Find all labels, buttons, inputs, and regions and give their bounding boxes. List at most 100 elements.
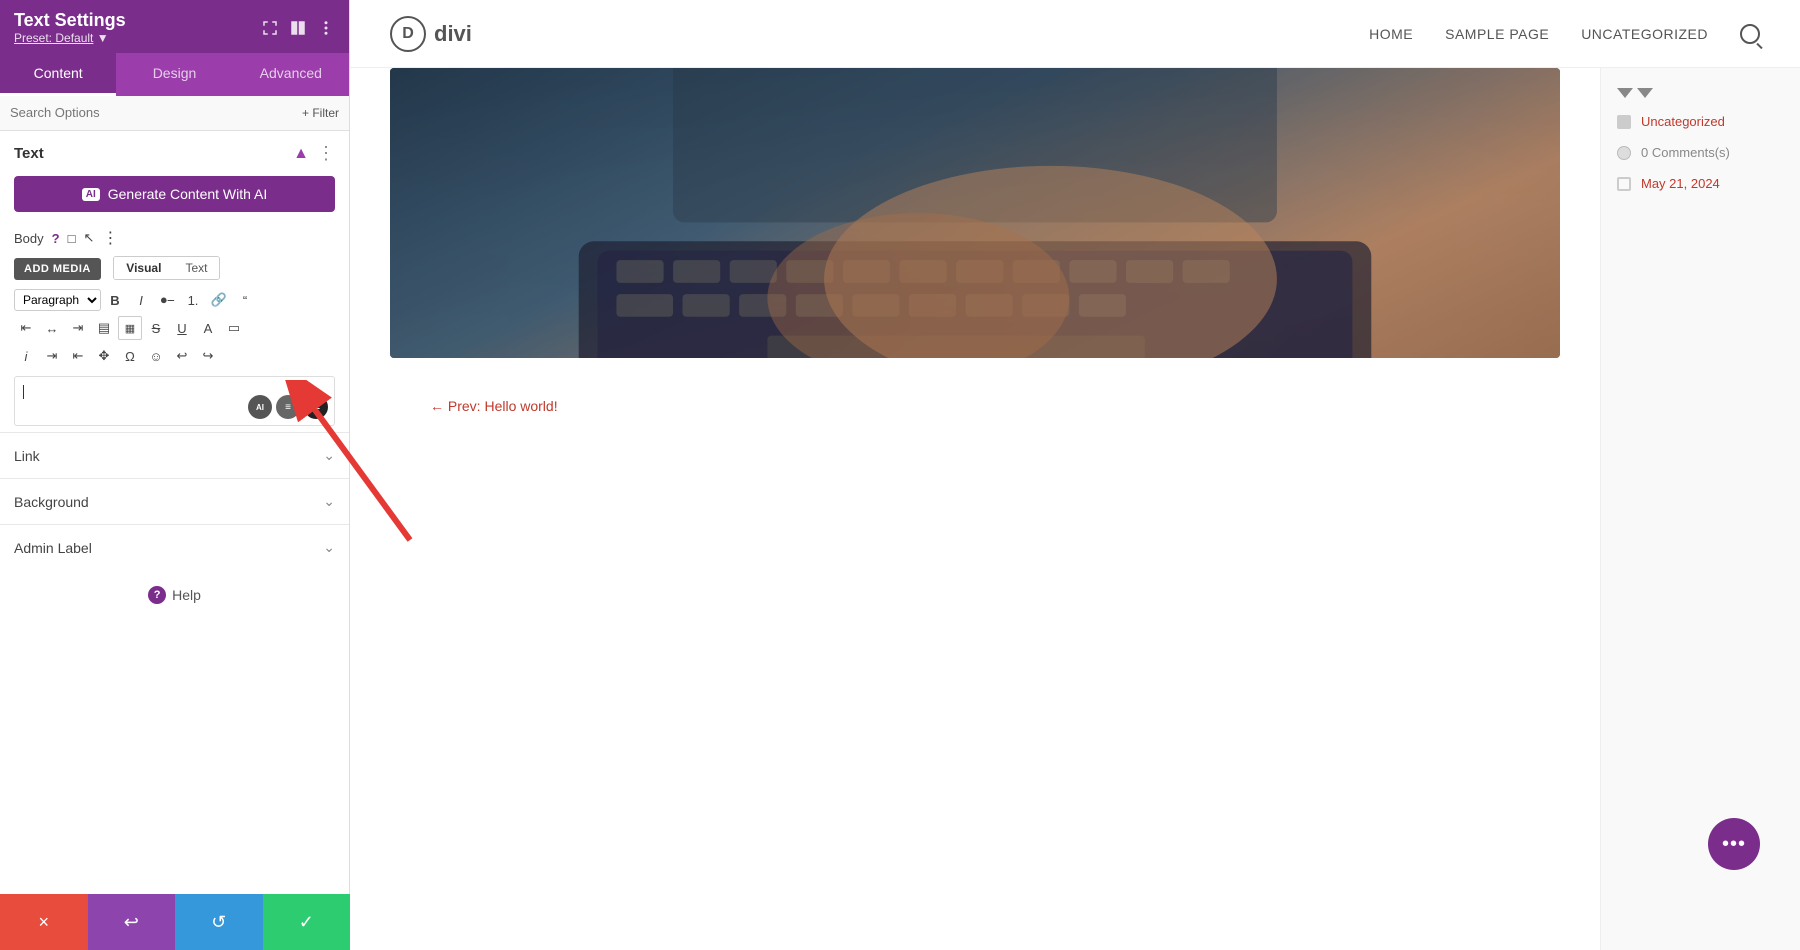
- help-label: Help: [172, 587, 201, 603]
- cancel-button[interactable]: ×: [0, 894, 88, 950]
- ordered-list-button[interactable]: 1.: [181, 288, 205, 312]
- text-section-header: Text ▲ ⋮: [0, 131, 349, 172]
- nav-home[interactable]: HOME: [1369, 26, 1413, 42]
- text-section-collapse[interactable]: ▲: [293, 145, 309, 163]
- ai-generate-button[interactable]: AI Generate Content With AI: [14, 176, 335, 212]
- text-section-title: Text: [14, 145, 44, 162]
- help-row[interactable]: ? Help: [0, 570, 349, 620]
- link-section-label: Link: [14, 448, 40, 464]
- unordered-list-button[interactable]: ●⎯: [155, 288, 179, 312]
- align-left-button[interactable]: ⇤: [14, 316, 38, 340]
- cursor-icon[interactable]: ↖: [83, 230, 94, 246]
- date-dot-icon: [1617, 177, 1631, 191]
- body-more-icon[interactable]: ⋮: [102, 228, 118, 248]
- toolbar-row-3: i ⇥ ⇤ ✥ Ω ☺ ↩ ↪: [0, 342, 349, 370]
- content-area: ← Prev: Hello world! Uncategorized 0 Com…: [350, 68, 1800, 950]
- admin-label-section: Admin Label ⌄: [0, 524, 349, 570]
- italic2-button[interactable]: i: [14, 344, 38, 368]
- background-section: Background ⌄: [0, 478, 349, 524]
- align-right-button[interactable]: ⇥: [66, 316, 90, 340]
- special-chars-button[interactable]: Ω: [118, 344, 142, 368]
- main-area: D divi HOME SAMPLE PAGE UNCATEGORIZED: [350, 0, 1800, 950]
- visual-tab[interactable]: Visual: [114, 257, 173, 279]
- category-item: Uncategorized: [1617, 114, 1784, 129]
- panel-preset: Preset: Default ▼: [14, 31, 126, 45]
- copy-icon[interactable]: □: [68, 231, 76, 246]
- search-input-wrap: [10, 104, 302, 122]
- columns-icon[interactable]: [289, 19, 307, 37]
- link-section-header[interactable]: Link ⌄: [0, 433, 349, 478]
- swap-icon[interactable]: ⇄: [304, 395, 328, 419]
- sort-down-icon[interactable]: [1617, 88, 1633, 98]
- link-button[interactable]: 🔗: [207, 288, 231, 312]
- fullscreen-editor-button[interactable]: ✥: [92, 344, 116, 368]
- toolbar-row-1: Paragraph B I ●⎯ 1. 🔗 “: [0, 286, 349, 314]
- tab-design[interactable]: Design: [116, 53, 232, 96]
- category-value[interactable]: Uncategorized: [1641, 114, 1725, 129]
- admin-label-section-header[interactable]: Admin Label ⌄: [0, 525, 349, 570]
- italic-button[interactable]: I: [129, 288, 153, 312]
- admin-label-chevron-icon: ⌄: [323, 539, 335, 556]
- body-label: Body: [14, 231, 44, 246]
- justify-button[interactable]: ▤: [92, 316, 116, 340]
- search-icon[interactable]: [1740, 24, 1760, 44]
- redo-editor-button[interactable]: ↪: [196, 344, 220, 368]
- text-section-more[interactable]: ⋮: [317, 143, 335, 164]
- strikethrough-button[interactable]: S: [144, 316, 168, 340]
- paste-text-button[interactable]: ▭: [222, 316, 246, 340]
- nav-sample-page[interactable]: SAMPLE PAGE: [1445, 26, 1549, 42]
- outdent-button[interactable]: ⇤: [66, 344, 90, 368]
- text-color-button[interactable]: A: [196, 316, 220, 340]
- panel-content: Text ▲ ⋮ AI Generate Content With AI Bod…: [0, 131, 349, 950]
- background-section-label: Background: [14, 494, 89, 510]
- panel-search: + Filter: [0, 96, 349, 131]
- emoji-button[interactable]: ☺: [144, 344, 168, 368]
- tab-advanced[interactable]: Advanced: [233, 53, 349, 96]
- bold-button[interactable]: B: [103, 288, 127, 312]
- panel-title: Text Settings: [14, 10, 126, 31]
- top-nav: D divi HOME SAMPLE PAGE UNCATEGORIZED: [350, 0, 1800, 68]
- undo-button[interactable]: ↩: [88, 894, 176, 950]
- floating-dots-icon: •••: [1722, 833, 1746, 856]
- panel-tabs: Content Design Advanced: [0, 53, 349, 96]
- nav-links: HOME SAMPLE PAGE UNCATEGORIZED: [1369, 24, 1760, 44]
- editor-controls: ADD MEDIA Visual Text: [0, 256, 349, 286]
- search-input[interactable]: [10, 105, 302, 120]
- underline-button[interactable]: U: [170, 316, 194, 340]
- indent-button[interactable]: ⇥: [40, 344, 64, 368]
- ai-inline-icon[interactable]: AI: [248, 395, 272, 419]
- bottom-bar: × ↩ ↺ ✓: [0, 894, 350, 950]
- category-dot-icon: [1617, 115, 1631, 129]
- logo-text: divi: [434, 21, 472, 47]
- visual-text-tabs: Visual Text: [113, 256, 220, 280]
- redo-button[interactable]: ↺: [175, 894, 263, 950]
- sidebar-right: Uncategorized 0 Comments(s) May 21, 2024: [1600, 68, 1800, 950]
- floating-action-button[interactable]: •••: [1708, 818, 1760, 870]
- admin-label-section-label: Admin Label: [14, 540, 92, 556]
- undo-editor-button[interactable]: ↩: [170, 344, 194, 368]
- prev-link[interactable]: ← Prev: Hello world!: [390, 378, 1560, 424]
- link-chevron-icon: ⌄: [323, 447, 335, 464]
- lines-icon[interactable]: ≡: [276, 395, 300, 419]
- filter-button[interactable]: + Filter: [302, 106, 339, 120]
- tab-content[interactable]: Content: [0, 53, 116, 96]
- help-icon[interactable]: ?: [52, 231, 60, 246]
- add-media-button[interactable]: ADD MEDIA: [14, 258, 101, 280]
- background-chevron-icon: ⌄: [323, 493, 335, 510]
- sort-down2-icon[interactable]: [1637, 88, 1653, 98]
- text-tab[interactable]: Text: [173, 257, 219, 279]
- toolbar-row-2: ⇤ ↔ ⇥ ▤ ▦ S U A ▭: [0, 314, 349, 342]
- align-center-button[interactable]: ↔: [40, 316, 64, 340]
- more-vertical-icon[interactable]: [317, 19, 335, 37]
- paragraph-select[interactable]: Paragraph: [14, 289, 101, 311]
- nav-uncategorized[interactable]: UNCATEGORIZED: [1581, 26, 1708, 42]
- table-button[interactable]: ▦: [118, 316, 142, 340]
- panel-header-left: Text Settings Preset: Default ▼: [14, 10, 126, 45]
- ai-badge: AI: [82, 188, 100, 201]
- blockquote-button[interactable]: “: [233, 288, 257, 312]
- save-button[interactable]: ✓: [263, 894, 351, 950]
- background-section-header[interactable]: Background ⌄: [0, 479, 349, 524]
- fullscreen-icon[interactable]: [261, 19, 279, 37]
- text-editor-area[interactable]: AI ≡ ⇄: [14, 376, 335, 426]
- sort-arrows: [1617, 88, 1784, 98]
